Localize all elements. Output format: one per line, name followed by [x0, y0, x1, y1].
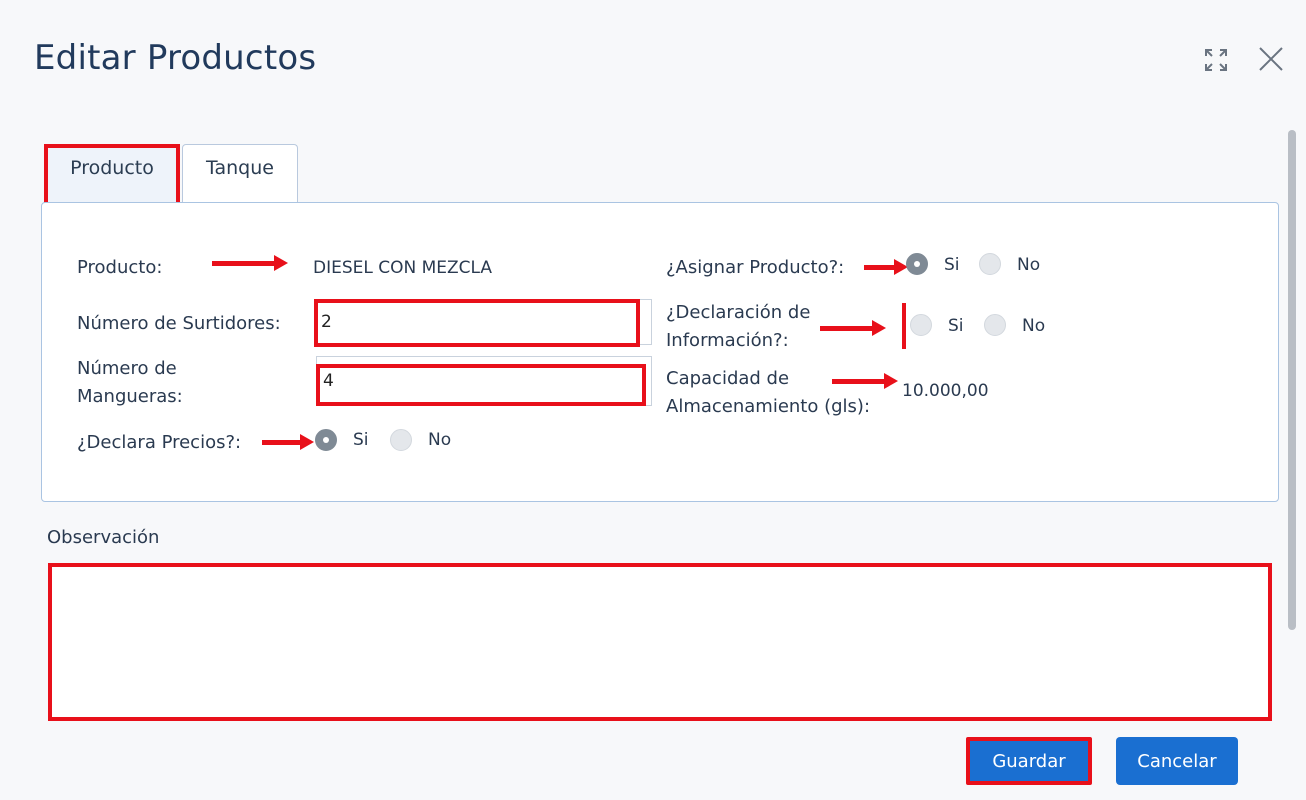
capacidad-label-line1: Capacidad de [666, 368, 790, 389]
declara-precios-no-radio[interactable] [390, 429, 412, 451]
declara-precios-no-label: No [428, 430, 452, 450]
capacidad-label-line2: Almacenamiento (gls): [666, 396, 871, 417]
cancel-button[interactable]: Cancelar [1116, 737, 1238, 785]
declara-precios-si-radio[interactable] [315, 429, 337, 451]
expand-icon[interactable] [1200, 44, 1232, 76]
asignar-producto-no-radio[interactable] [979, 253, 1001, 275]
annotation-highlight-surtidores [314, 299, 640, 347]
declara-precios-si-label: Si [353, 430, 369, 450]
asignar-producto-no-label: No [1017, 255, 1041, 275]
producto-value: DIESEL CON MEZCLA [313, 258, 493, 278]
annotation-arrow [820, 320, 886, 336]
vertical-scrollbar[interactable] [1288, 130, 1296, 630]
annotation-arrow [212, 255, 288, 271]
close-icon[interactable] [1256, 44, 1286, 74]
save-button[interactable]: Guardar [966, 737, 1092, 785]
annotation-highlight-mangueras [316, 364, 646, 406]
asignar-producto-si-label: Si [944, 255, 960, 275]
tab-tanque-label: Tanque [206, 157, 274, 179]
declara-precios-label: ¿Declara Precios?: [77, 432, 242, 453]
mangueras-label-line2: Mangueras: [77, 386, 183, 407]
declaracion-si-radio[interactable] [910, 314, 932, 336]
mangueras-label-line1: Número de [77, 358, 177, 379]
annotation-arrow [832, 373, 898, 389]
product-panel [41, 202, 1279, 502]
declaracion-label-line1: ¿Declaración de [666, 302, 811, 323]
observacion-textarea[interactable] [48, 563, 1272, 721]
annotation-arrow [262, 434, 314, 450]
annotation-arrow [864, 259, 908, 275]
observacion-label: Observación [47, 527, 160, 548]
surtidores-label: Número de Surtidores: [77, 313, 281, 334]
annotation-marker [902, 303, 906, 349]
declaracion-no-radio[interactable] [984, 314, 1006, 336]
declaracion-no-label: No [1022, 316, 1046, 336]
declaracion-si-label: Si [948, 316, 964, 336]
annotation-highlight-tab [44, 144, 180, 208]
dialog-title: Editar Productos [34, 38, 317, 78]
tab-tanque[interactable]: Tanque [182, 144, 298, 202]
asignar-producto-si-radio[interactable] [906, 253, 928, 275]
declaracion-label-line2: Información?: [666, 330, 789, 351]
producto-label: Producto: [77, 257, 163, 278]
asignar-producto-label: ¿Asignar Producto?: [666, 257, 845, 278]
capacidad-value: 10.000,00 [902, 381, 989, 401]
